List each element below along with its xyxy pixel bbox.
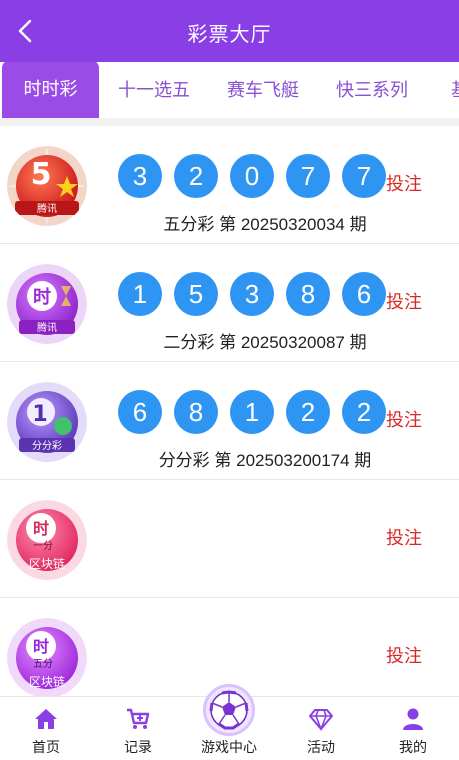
bet-button[interactable]: 投注 — [386, 524, 422, 550]
result-ball: 7 — [286, 154, 330, 198]
logo-caption: 区块链 — [29, 674, 65, 689]
top-bar: 彩票大厅 — [0, 0, 459, 62]
logo-glyph: 时 — [33, 287, 51, 308]
bet-button[interactable]: 投注 — [386, 406, 422, 432]
tab-mine[interactable]: 我的 — [367, 697, 459, 760]
logo-glyph: 时 — [33, 519, 49, 538]
result-ball: 8 — [174, 390, 218, 434]
result-ball: 8 — [286, 272, 330, 316]
result-ball: 5 — [174, 272, 218, 316]
diamond-icon — [309, 709, 333, 731]
tab-11x5[interactable]: 十一选五 — [106, 62, 202, 118]
result-ball: 3 — [230, 272, 274, 316]
logo-sub: 一分 — [33, 540, 53, 552]
lottery-row[interactable]: 时 五分 区块链 投注 — [0, 598, 459, 696]
logo-glyph: 时 — [33, 637, 49, 656]
lottery-row[interactable]: 5 腾讯 3 2 0 7 7 五分彩 第 20250320034 期 投注 — [0, 126, 459, 244]
user-icon — [403, 708, 423, 730]
blockchain-1min-logo: 时 一分 区块链 — [7, 500, 87, 580]
lottery-row[interactable]: 1 分分彩 6 8 1 2 2 分分彩 第 202503200174 期 投注 — [0, 362, 459, 480]
result-ball: 0 — [230, 154, 274, 198]
tab-records[interactable]: 记录 — [92, 697, 184, 760]
soccer-ball-icon[interactable] — [203, 684, 255, 736]
bet-button[interactable]: 投注 — [386, 288, 422, 314]
result-ball: 7 — [342, 154, 386, 198]
page-title: 彩票大厅 — [187, 24, 272, 46]
result-ball: 1 — [118, 272, 162, 316]
lottery-list: 5 腾讯 3 2 0 7 7 五分彩 第 20250320034 期 投注 时 … — [0, 126, 459, 696]
tab-label: 记录 — [124, 739, 152, 755]
category-tabs: 时时彩 十一选五 赛车飞艇 快三系列 基 — [0, 62, 459, 118]
tab-k3[interactable]: 快三系列 — [322, 62, 422, 118]
tab-label: 游戏中心 — [201, 739, 257, 755]
result-ball: 6 — [342, 272, 386, 316]
period-label: 分分彩 第 202503200174 期 — [158, 451, 372, 470]
result-ball: 2 — [286, 390, 330, 434]
result-ball: 6 — [118, 390, 162, 434]
period-label: 五分彩 第 20250320034 期 — [163, 215, 367, 234]
lottery-row[interactable]: 时 一分 区块链 投注 — [0, 480, 459, 598]
logo-sub: 五分 — [33, 658, 53, 670]
home-icon — [35, 709, 57, 729]
lottery-row[interactable]: 时 腾讯 1 5 3 8 6 二分彩 第 20250320087 期 投注 — [0, 244, 459, 362]
draw-result: 6 8 1 2 2 — [118, 390, 398, 434]
bet-button[interactable]: 投注 — [386, 642, 422, 668]
tab-activity[interactable]: 活动 — [275, 697, 367, 760]
logo-glyph: 1 — [32, 402, 47, 427]
logo-caption: 腾讯 — [37, 202, 57, 215]
tab-label: 活动 — [307, 739, 335, 755]
tab-home[interactable]: 首页 — [0, 697, 92, 760]
divider — [0, 118, 459, 126]
tab-shishicai[interactable]: 时时彩 — [2, 62, 99, 118]
draw-result: 3 2 0 7 7 — [118, 154, 398, 198]
tab-label: 我的 — [399, 739, 427, 755]
svg-text:5: 5 — [31, 157, 52, 192]
ffc-logo: 1 分分彩 — [7, 382, 87, 462]
result-ball: 2 — [174, 154, 218, 198]
result-ball: 2 — [342, 390, 386, 434]
tencent-5min-logo: 5 腾讯 — [7, 146, 87, 226]
result-ball: 1 — [230, 390, 274, 434]
bet-button[interactable]: 投注 — [386, 170, 422, 196]
period-label: 二分彩 第 20250320087 期 — [163, 333, 367, 352]
tencent-2min-logo: 时 腾讯 — [7, 264, 87, 344]
draw-result: 1 5 3 8 6 — [118, 272, 398, 316]
result-ball: 3 — [118, 154, 162, 198]
logo-caption: 分分彩 — [32, 440, 62, 452]
tab-racing[interactable]: 赛车飞艇 — [214, 62, 312, 118]
tab-label: 首页 — [32, 739, 60, 755]
blockchain-5min-logo: 时 五分 区块链 — [7, 618, 87, 696]
logo-caption: 腾讯 — [37, 321, 57, 334]
tab-more[interactable]: 基 — [440, 62, 459, 118]
cart-icon — [127, 708, 150, 729]
logo-caption: 区块链 — [29, 556, 65, 571]
